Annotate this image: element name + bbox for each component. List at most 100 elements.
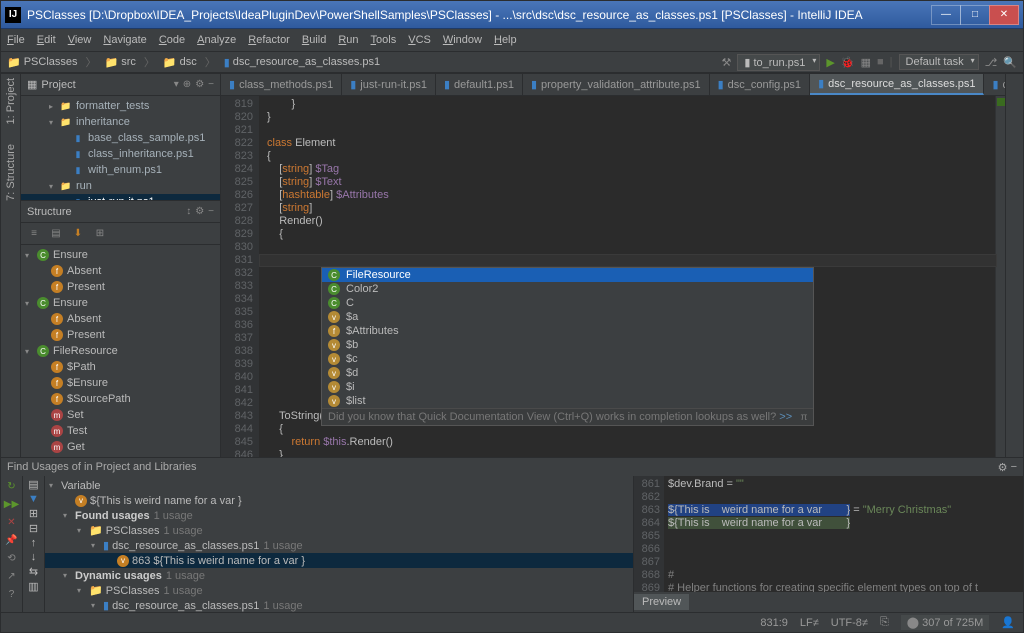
close-button[interactable]: ✕ [989,5,1019,25]
debug-button[interactable]: 🐞 [841,56,855,69]
completion-popup[interactable]: CFileResourceCColor2CCv$af$Attributesv$b… [321,267,814,426]
build-icon[interactable]: ⚒ [721,56,731,69]
project-gear-icon[interactable]: ▦ [27,78,37,91]
menu-edit[interactable]: Edit [37,34,56,46]
autoscroll-icon[interactable]: ⬇ [69,225,87,243]
structure-item[interactable]: fAbsent [21,263,220,279]
project-tree-item[interactable]: ▮class_inheritance.ps1 [21,146,220,162]
expand-icon[interactable]: ⊞ [29,507,38,520]
editor-tab[interactable]: ▮class_methods.ps1 [221,74,342,95]
stop-button[interactable]: ■ [877,56,884,68]
run-button[interactable]: ▶ [826,56,834,69]
find-result-item[interactable]: ▾Dynamic usages1 usage [45,568,633,583]
settings-icon[interactable]: ⚙ [998,461,1008,474]
hide-icon[interactable]: − [1011,461,1017,473]
sort-icon[interactable]: ↕ [186,206,191,217]
expand-icon[interactable]: ⊞ [91,225,109,243]
menu-run[interactable]: Run [338,34,358,46]
project-tree-item[interactable]: ▾📁inheritance [21,114,220,130]
prev-icon[interactable]: ↑ [31,537,37,549]
file-encoding[interactable]: UTF-8≠ [831,617,868,629]
find-result-item[interactable]: ▾▮dsc_resource_as_classes.ps11 usage [45,598,633,612]
default-task-combo[interactable]: Default task [899,54,979,70]
structure-item[interactable]: ▾CFileResource [21,343,220,359]
project-tree-item[interactable]: ▸📁formatter_tests [21,98,220,114]
code-editor[interactable]: 819 820 821 822 823 824 825 826 827 828 … [221,96,1005,457]
rerun-icon[interactable]: ↻ [4,478,20,494]
editor-tab[interactable]: ▮dsc_config.ps1 [710,74,810,95]
project-tree-item[interactable]: ▾📁run [21,178,220,194]
structure-tree[interactable]: ▾CEnsurefAbsentfPresent▾CEnsurefAbsentfP… [21,245,220,457]
coverage-icon[interactable]: ▦ [861,56,871,69]
sort-alpha-icon[interactable]: ≡ [25,225,43,243]
completion-item[interactable]: CColor2 [322,282,813,296]
menu-vcs[interactable]: VCS [408,34,431,46]
completion-item[interactable]: f$Attributes [322,324,813,338]
breadcrumb-item[interactable]: 📁 src [105,56,136,69]
hint-link[interactable]: >> [779,411,792,423]
find-result-item[interactable]: v${This is weird name for a var } [45,493,633,508]
breadcrumb-item[interactable]: 📁 PSClasses [7,56,78,69]
menu-analyze[interactable]: Analyze [197,34,236,46]
structure-item[interactable]: ▾CEnsure [21,295,220,311]
close-icon[interactable]: ✕ [4,514,20,530]
filter-icon[interactable]: ▼ [28,493,39,505]
search-everywhere-icon[interactable]: 🔍 [1003,56,1017,69]
history-icon[interactable]: ⟲ [4,550,20,566]
project-tree-item[interactable]: ▮with_enum.ps1 [21,162,220,178]
editor-tab[interactable]: ▮property_validation_attribute.ps1 [523,74,710,95]
completion-item[interactable]: v$b [322,338,813,352]
structure-item[interactable]: mSet [21,407,220,423]
find-result-item[interactable]: ▾Variable [45,478,633,493]
stop-icon[interactable]: ▶▶ [4,496,20,512]
menu-refactor[interactable]: Refactor [248,34,290,46]
menu-file[interactable]: File [7,34,25,46]
structure-item[interactable]: f$Ensure [21,375,220,391]
structure-item[interactable]: f$SourcePath [21,391,220,407]
maximize-button[interactable]: □ [960,5,990,25]
hide-icon[interactable]: − [208,79,214,90]
collapse-icon[interactable]: ⊟ [29,522,38,535]
settings-icon[interactable]: ⚙ [195,206,204,217]
minimize-button[interactable]: — [931,5,961,25]
completion-item[interactable]: v$i [322,380,813,394]
structure-item[interactable]: fAbsent [21,311,220,327]
autoscroll-icon[interactable]: ⇆ [29,565,38,578]
preview-icon[interactable]: ▥ [28,580,38,593]
editor-tab[interactable]: ▮class_inheritance.ps1 [984,74,1005,95]
menu-build[interactable]: Build [302,34,326,46]
completion-item[interactable]: CC [322,296,813,310]
find-result-item[interactable]: ▾📁PSClasses1 usage [45,583,633,598]
breadcrumb-item[interactable]: 📁 dsc [163,56,197,69]
error-stripe[interactable] [995,96,1005,457]
preview-tab[interactable]: Preview [634,594,689,610]
readonly-icon[interactable]: ⎘ [880,616,889,629]
version-control-icon[interactable]: ⎇ [985,56,998,69]
hector-icon[interactable]: 👤 [1001,616,1015,629]
menu-code[interactable]: Code [159,34,185,46]
structure-item[interactable]: mGet [21,439,220,455]
preview-editor[interactable]: 861 862 863 864 865 866 867 868 869 $dev… [634,476,1023,592]
pin-icon[interactable]: 📌 [4,532,20,548]
hide-icon[interactable]: − [208,206,214,217]
completion-item[interactable]: v$list [322,394,813,408]
completion-item[interactable]: CFileResource [322,268,813,282]
structure-tool-button[interactable]: 7: Structure [5,144,17,201]
menu-help[interactable]: Help [494,34,517,46]
find-results-tree[interactable]: ▾Variablev${This is weird name for a var… [45,476,633,612]
find-result-item[interactable]: ▾📁PSClasses1 usage [45,523,633,538]
group-icon[interactable]: ▤ [28,478,38,491]
find-result-item[interactable]: v863 ${This is weird name for a var } [45,553,633,568]
structure-item[interactable]: fPresent [21,327,220,343]
breadcrumb-item[interactable]: ▮ dsc_resource_as_classes.ps1 [224,56,380,69]
run-config-combo[interactable]: ▮ to_run.ps1 [737,54,820,71]
project-tree[interactable]: ▸📁formatter_tests▾📁inheritance▮base_clas… [21,96,220,200]
line-separator[interactable]: LF≠ [800,617,819,629]
next-icon[interactable]: ↓ [31,551,37,563]
memory-indicator[interactable]: ⬤ 307 of 725M [901,615,990,630]
editor-tab[interactable]: ▮just-run-it.ps1 [342,74,436,95]
structure-item[interactable]: ▾CEnsure [21,247,220,263]
editor-tab[interactable]: ▮default1.ps1 [436,74,523,95]
completion-item[interactable]: v$a [322,310,813,324]
menu-tools[interactable]: Tools [371,34,397,46]
